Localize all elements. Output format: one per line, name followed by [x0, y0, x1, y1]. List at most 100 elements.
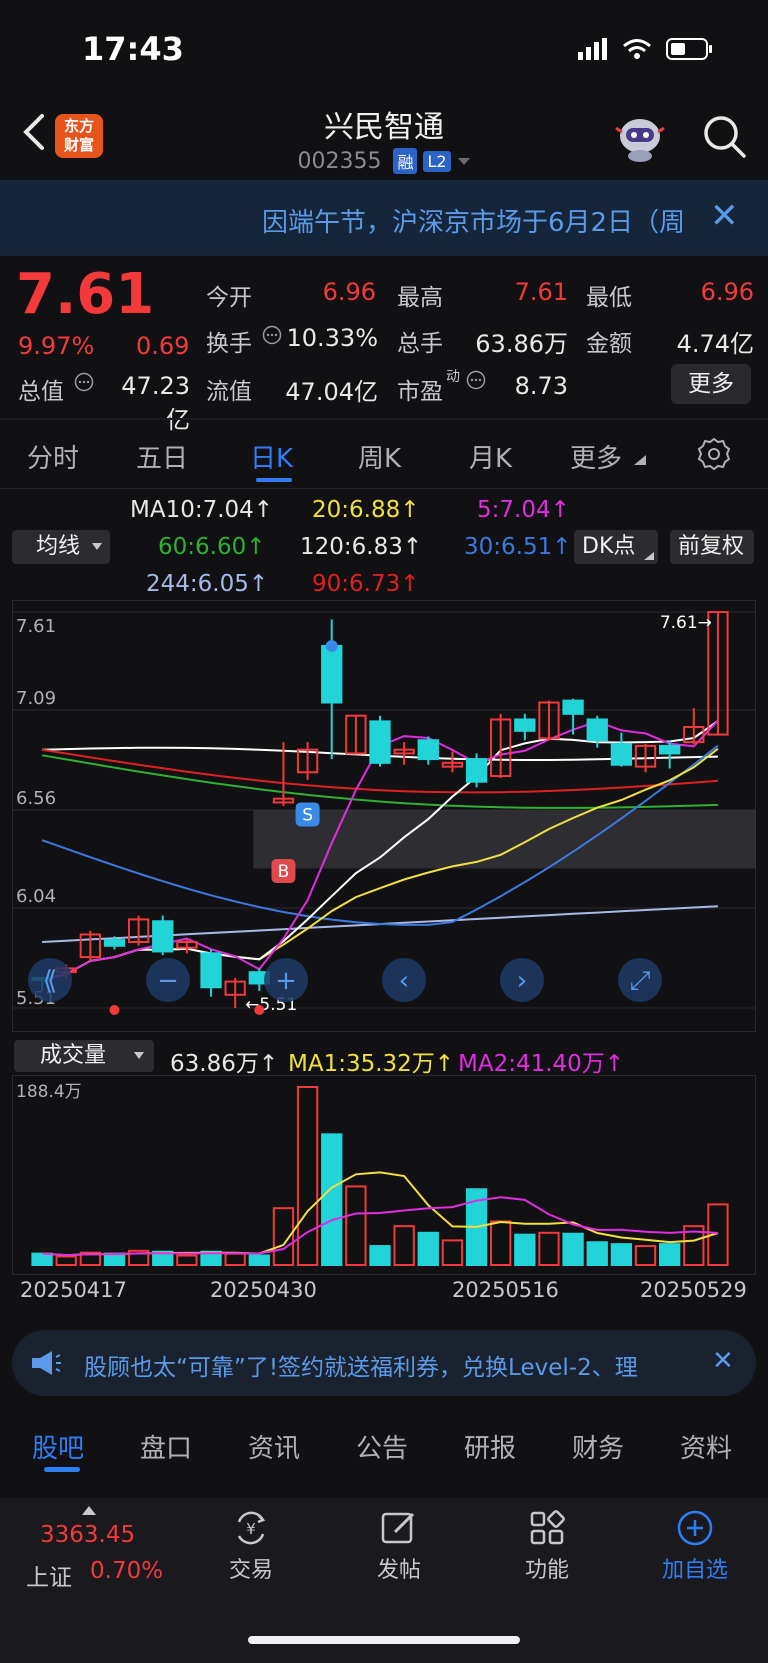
volume-axis-label: 188.4万 — [16, 1082, 82, 1102]
tab-news[interactable]: 资讯 — [248, 1428, 300, 1465]
price-axis-label: 7.61 — [16, 616, 56, 637]
tab-finance[interactable]: 财务 — [572, 1428, 624, 1465]
tab-daily-k[interactable]: 日K — [250, 438, 293, 475]
volume-chart[interactable]: 188.4万 — [12, 1075, 756, 1275]
signal-dot — [325, 639, 338, 652]
adjust-button[interactable]: 前复权 — [670, 530, 754, 564]
price-axis-label: 6.56 — [16, 788, 56, 809]
tab-forum[interactable]: 股吧 — [32, 1428, 84, 1465]
chevron-down-icon — [134, 1052, 144, 1059]
ma-selector[interactable]: 均线 — [12, 530, 110, 564]
tab-announcements[interactable]: 公告 — [356, 1428, 408, 1465]
change-amount: 0.69 — [136, 332, 190, 360]
zoom-out-icon[interactable]: − — [146, 958, 190, 1002]
support-zone — [253, 810, 756, 869]
gear-icon[interactable] — [696, 436, 732, 472]
candle — [586, 718, 608, 742]
pe-value: 8.73 — [514, 372, 568, 400]
add-watchlist-label: 加自选 — [661, 1558, 728, 1583]
dk-point-label: DK点 — [582, 534, 636, 559]
post-label: 发帖 — [376, 1558, 421, 1583]
candle — [369, 720, 391, 764]
promo-close-icon[interactable]: ✕ — [712, 1346, 734, 1376]
tab-weekly-k[interactable]: 周K — [358, 438, 401, 475]
prev-icon[interactable]: ‹ — [382, 958, 426, 1002]
volume-bar — [538, 1231, 560, 1267]
chevron-down-icon — [92, 543, 102, 550]
robot-assistant-icon[interactable] — [614, 112, 666, 164]
candle — [103, 939, 126, 947]
index-value[interactable]: 3363.45 — [40, 1522, 135, 1548]
candle — [610, 743, 633, 766]
event-dot — [109, 1005, 120, 1015]
status-time: 17:43 — [82, 30, 184, 68]
volume-bar — [393, 1225, 415, 1266]
open-label: 今开 — [206, 285, 252, 311]
tab-profile[interactable]: 资料 — [680, 1428, 732, 1465]
volume-bar — [441, 1239, 464, 1267]
volume-frame — [12, 1075, 756, 1275]
corner-triangle-icon — [634, 455, 646, 465]
volume-bar — [610, 1243, 633, 1266]
signal-icon — [578, 38, 607, 60]
trade-button[interactable]: ¥ 交易 — [196, 1508, 306, 1584]
more-button[interactable]: 更多 — [671, 364, 751, 404]
tab-orderbook[interactable]: 盘口 — [140, 1428, 192, 1465]
turnover-label: 换手 — [206, 331, 252, 357]
ma90-value: 90:6.73↑ — [312, 571, 420, 597]
tab-intraday[interactable]: 分时 — [27, 438, 79, 475]
volume-bar — [514, 1233, 536, 1267]
ma120-value: 120:6.83↑ — [300, 534, 423, 560]
low-label: 最低 — [586, 285, 632, 311]
index-name: 上证 — [26, 1565, 72, 1591]
amount-label: 金额 — [586, 331, 632, 357]
next-icon-glyph: › — [517, 966, 527, 996]
info-icon[interactable] — [466, 370, 486, 390]
zoom-in-icon-glyph: + — [275, 966, 297, 996]
change-percent: 9.97% — [18, 332, 95, 360]
tab-monthly-k[interactable]: 月K — [469, 438, 512, 475]
price-axis-label: 7.09 — [16, 688, 56, 709]
info-icon[interactable] — [74, 372, 94, 392]
volume-bar — [562, 1232, 584, 1267]
tab-research[interactable]: 研报 — [464, 1428, 516, 1465]
volume-bar — [345, 1185, 367, 1266]
open-value: 6.96 — [322, 278, 376, 306]
pe-sup: 动 — [446, 369, 460, 385]
high-value: 7.61 — [514, 278, 568, 306]
post-button[interactable]: 发帖 — [344, 1508, 454, 1584]
search-icon[interactable] — [700, 112, 748, 160]
tab-more[interactable]: 更多 — [570, 438, 622, 475]
kline-chart[interactable]: 7.617.096.566.045.51BS7.61→←5.51⟪ − + ‹ › ⤢ — [12, 600, 756, 1032]
promo-text: 股顾也太“可靠”了!签约就送福利券，兑换Level-2、理 — [84, 1355, 638, 1381]
info-icon[interactable] — [262, 325, 282, 345]
chevron-up-icon[interactable] — [82, 1505, 96, 1515]
indicator-selector[interactable]: 成交量 — [14, 1040, 154, 1072]
candle — [465, 758, 488, 783]
fullscreen-icon[interactable]: ⤢ — [618, 958, 662, 1002]
high-label: 最高 — [397, 285, 443, 311]
rewind-icon[interactable]: ⟪ — [28, 958, 72, 1002]
stock-code: 002355 — [297, 148, 382, 174]
zoom-in-icon[interactable]: + — [264, 958, 308, 1002]
volume-bar — [490, 1220, 512, 1266]
function-button[interactable]: 功能 — [492, 1508, 602, 1584]
mktcap-label: 总值 — [18, 379, 64, 405]
svg-text:¥: ¥ — [246, 1520, 256, 1538]
volume-bar — [55, 1255, 77, 1267]
tab-underline — [44, 1467, 80, 1472]
volume-current: 63.86万↑ — [170, 1051, 279, 1077]
next-icon[interactable]: › — [500, 958, 544, 1002]
volume-value: 63.86万 — [475, 330, 568, 358]
ma60-value: 60:6.60↑ — [158, 534, 266, 560]
level2-tag: L2 — [423, 150, 451, 172]
notice-close-icon[interactable]: ✕ — [710, 196, 739, 236]
trade-label: 交易 — [228, 1558, 273, 1583]
function-label: 功能 — [524, 1558, 569, 1583]
low-value: 6.96 — [700, 278, 754, 306]
add-watchlist-button[interactable]: 加自选 — [640, 1508, 750, 1584]
home-indicator — [248, 1636, 520, 1644]
tab-five-day[interactable]: 五日 — [136, 438, 188, 475]
margin-tag: 融 — [393, 148, 418, 174]
dk-point-button[interactable]: DK点 — [574, 530, 658, 564]
